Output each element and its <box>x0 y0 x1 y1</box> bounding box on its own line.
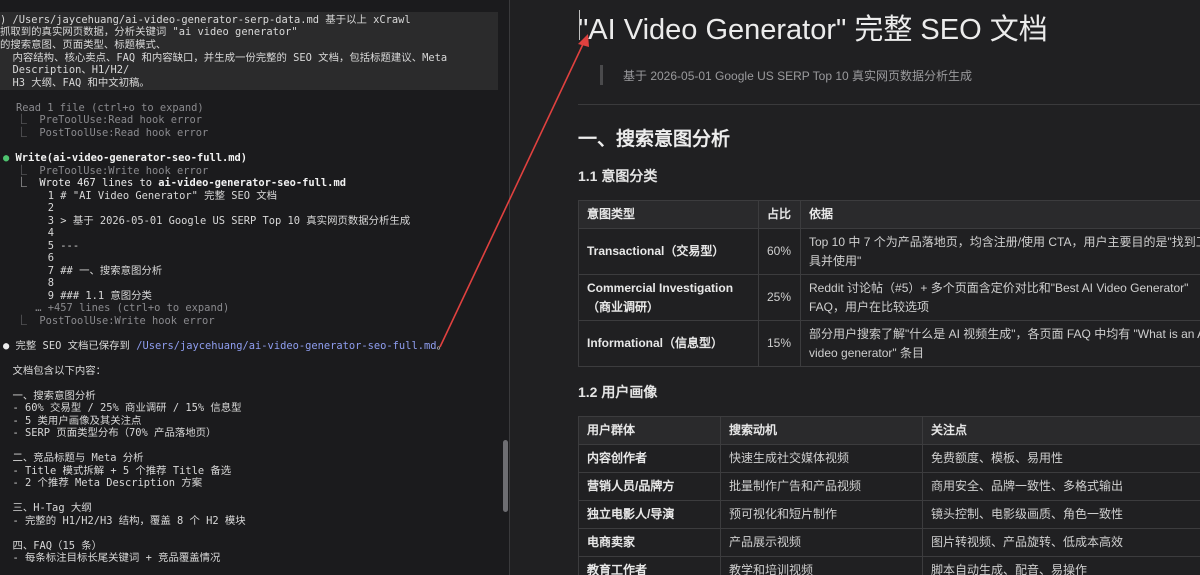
doc-title: "AI Video Generator" 完整 SEO 文档 <box>578 14 1048 46</box>
file-preview-line: 8 <box>4 277 55 289</box>
section-heading: 一、搜索意图分析 <box>578 129 731 150</box>
summary-line: - Title 模式拆解 + 5 个推荐 Title 备选 <box>0 465 232 477</box>
prompt-line: 内容结构、核心卖点、FAQ 和内容缺口，并生成一份完整的 SEO 文档，包括标题… <box>0 52 448 64</box>
table-row: Commercial Investigation（商业调研） 25% Reddi… <box>578 274 1200 321</box>
persona-table: 用户群体 搜索动机 关注点 内容创作者 快速生成社交媒体视频 免费额度、模板、易… <box>578 416 1200 575</box>
table-header: 占比 <box>758 200 801 229</box>
markdown-preview-pane[interactable]: "AI Video Generator" 完整 SEO 文档 基于 2026-0… <box>510 0 1200 575</box>
file-preview-line: 2 <box>4 202 55 214</box>
summary-line: 一、搜索意图分析 <box>0 390 96 402</box>
table-header: 用户群体 <box>578 416 721 445</box>
prompt-line: 的搜索意图、页面类型、标题模式、 <box>0 39 167 51</box>
expand-lines-link[interactable]: … +457 lines (ctrl+o to expand) <box>4 302 229 315</box>
saved-file-path[interactable]: /Users/jaycehuang/ai-video-generator-seo… <box>136 340 436 352</box>
hook-error-line: ⎿ PreToolUse:Read hook error <box>4 114 203 126</box>
terminal-scrollbar-thumb[interactable] <box>503 440 508 512</box>
summary-line: - SERP 页面类型分布（70% 产品落地页） <box>0 427 217 439</box>
hook-error-line: ⎿ PostToolUse:Read hook error <box>4 127 209 139</box>
file-preview-line: 1 # "AI Video Generator" 完整 SEO 文档 <box>4 190 278 202</box>
table-row: 教育工作者 教学和培训视频 脚本自动生成、配音、易操作 <box>578 556 1200 575</box>
file-preview-line: 4 <box>4 227 55 239</box>
wrote-file-name: ai-video-generator-seo-full.md <box>158 177 346 189</box>
subsection-heading: 1.1 意图分类 <box>578 168 658 184</box>
saved-line: ● 完整 SEO 文档已保存到 /Users/jaycehuang/ai-vid… <box>3 340 447 352</box>
write-call-line: ● Write(ai-video-generator-seo-full.md) <box>3 152 247 165</box>
file-preview-line: 6 <box>4 252 55 264</box>
summary-line: 文档包含以下内容： <box>0 365 107 377</box>
prompt-line: 抓取到的真实网页数据，分析关键词 "ai video generator" <box>0 26 298 38</box>
table-row: 独立电影人/导演 预可视化和短片制作 镜头控制、电影级画质、角色一致性 <box>578 500 1200 529</box>
write-call-text: Write(ai-video-generator-seo-full.md) <box>15 152 247 164</box>
summary-line: - 每条标注目标长尾关键词 + 竞品覆盖情况 <box>0 552 221 564</box>
prompt-line: Description、H1/H2/ <box>0 64 130 76</box>
table-row: Informational（信息型） 15% 部分用户搜索了解"什么是 AI 视… <box>578 320 1200 367</box>
doc-blockquote: 基于 2026-05-01 Google US SERP Top 10 真实网页… <box>623 69 973 83</box>
table-header: 关注点 <box>922 416 1200 445</box>
intent-table: 意图类型 占比 依据 Transactional（交易型） 60% Top 10… <box>578 200 1200 367</box>
read-file-line[interactable]: Read 1 file (ctrl+o to expand) <box>16 102 204 115</box>
subsection-heading: 1.2 用户画像 <box>578 384 658 400</box>
terminal-pane[interactable]: ) /Users/jaycehuang/ai-video-generator-s… <box>0 0 510 575</box>
wrote-line: ⎿ Wrote 467 lines to ai-video-generator-… <box>4 177 346 189</box>
file-preview-line: 5 --- <box>4 240 80 252</box>
file-preview-line: 7 ## 一、搜索意图分析 <box>4 265 163 277</box>
summary-line: 二、竞品标题与 Meta 分析 <box>0 452 144 464</box>
table-row: 内容创作者 快速生成社交媒体视频 免费额度、模板、易用性 <box>578 444 1200 473</box>
file-preview-line: 9 ### 1.1 意图分类 <box>4 290 152 302</box>
table-header: 依据 <box>800 200 1200 229</box>
status-dot-icon: ● <box>3 152 10 164</box>
prompt-line: H3 大纲、FAQ 和中文初稿。 <box>0 77 150 89</box>
text-cursor <box>579 10 580 40</box>
summary-line: - 完整的 H1/H2/H3 结构，覆盖 8 个 H2 模块 <box>0 515 246 527</box>
summary-line: 三、H-Tag 大纲 <box>0 502 92 514</box>
summary-line: - 60% 交易型 / 25% 商业调研 / 15% 信息型 <box>0 402 242 414</box>
hook-error-line: ⎿ PostToolUse:Write hook error <box>4 315 215 327</box>
table-row: Transactional（交易型） 60% Top 10 中 7 个为产品落地… <box>578 228 1200 275</box>
prompt-line: ) /Users/jaycehuang/ai-video-generator-s… <box>0 14 411 26</box>
table-header: 搜索动机 <box>720 416 923 445</box>
horizontal-rule <box>578 104 1200 105</box>
table-header: 意图类型 <box>578 200 759 229</box>
summary-line: 四、FAQ（15 条） <box>0 540 103 552</box>
file-preview-line: 3 > 基于 2026-05-01 Google US SERP Top 10 … <box>4 215 411 227</box>
table-row: 营销人员/品牌方 批量制作广告和产品视频 商用安全、品牌一致性、多格式输出 <box>578 472 1200 501</box>
summary-line: - 2 个推荐 Meta Description 方案 <box>0 477 203 489</box>
table-row: 电商卖家 产品展示视频 图片转视频、产品旋转、低成本高效 <box>578 528 1200 557</box>
hook-error-line: ⎿ PreToolUse:Write hook error <box>4 165 209 177</box>
summary-line: - 5 类用户画像及其关注点 <box>0 415 142 427</box>
blockquote-bar <box>600 65 603 85</box>
